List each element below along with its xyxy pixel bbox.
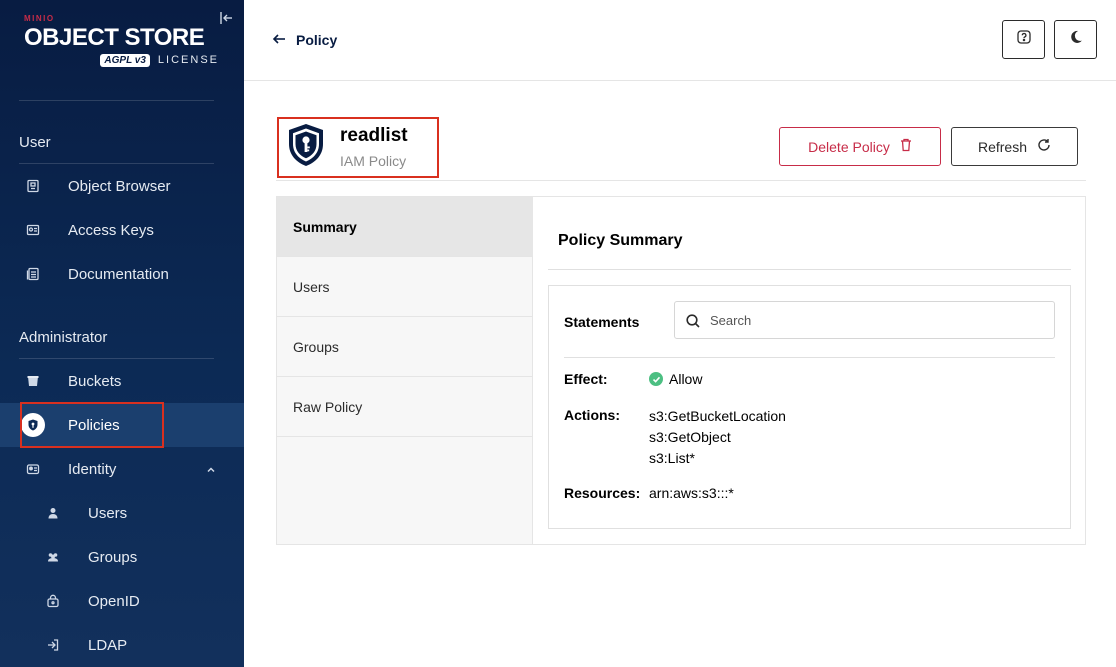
user-icon [43,503,63,523]
sidebar-item-ldap[interactable]: LDAP [0,623,244,667]
refresh-label: Refresh [977,138,1028,155]
groups-icon [43,547,63,567]
tab-summary[interactable]: Summary [277,197,533,257]
sidebar-item-label: Policies [68,416,120,434]
statements-label: Statements [564,314,640,330]
summary-divider [548,269,1071,270]
object-browser-icon [23,176,43,196]
sidebar-item-groups[interactable]: Groups [0,535,244,579]
action-item: s3:GetObject [649,429,731,445]
openid-icon [43,591,63,611]
buckets-icon [23,371,43,391]
chevron-up-icon[interactable] [205,463,217,475]
sidebar-item-object-browser[interactable]: Object Browser [0,164,244,208]
policies-icon [21,413,45,437]
search-icon [685,313,701,329]
sidebar-item-label: OpenID [88,592,140,610]
help-button[interactable] [1002,20,1045,59]
summary-title: Policy Summary [558,232,683,249]
sidebar-item-label: LDAP [88,636,128,654]
arrow-left-icon [272,32,286,48]
sidebar-item-identity[interactable]: Identity [0,447,244,491]
actions-label: Actions: [564,407,620,423]
sidebar-item-label: Groups [88,548,138,566]
access-keys-icon [23,220,43,240]
policy-details-panel: Summary Users Groups Raw Policy Policy S… [276,196,1086,545]
policy-type: IAM Policy [340,153,407,169]
sidebar-item-label: Access Keys [68,221,154,239]
sidebar-item-policies[interactable]: Policies [0,403,244,447]
refresh-icon [1037,138,1051,155]
sidebar-divider [19,100,214,101]
back-label: Policy [296,32,338,48]
check-circle-icon [649,372,663,386]
dark-mode-toggle[interactable] [1054,20,1097,59]
license-label: LICENSE [157,54,219,66]
action-item: s3:List* [649,450,695,466]
action-item: s3:GetBucketLocation [649,408,786,424]
logo-title: OBJECT STORE [24,24,205,51]
sidebar-item-label: Identity [68,460,117,478]
tab-users[interactable]: Users [277,257,533,317]
trash-icon [900,138,912,155]
collapse-sidebar-icon[interactable] [218,10,234,26]
policy-name: readlist [340,125,408,146]
header-divider [276,180,1086,181]
minio-logo: MINIO OBJECT STORE AGPL v3 LICENSE [24,14,219,68]
agpl-badge: AGPL v3 [100,53,150,67]
tab-raw-policy[interactable]: Raw Policy [277,377,533,437]
moon-icon [1068,29,1084,50]
sidebar-item-documentation[interactable]: Documentation [0,252,244,296]
identity-icon [23,459,43,479]
section-user: User [19,134,51,151]
section-administrator: Administrator [19,329,108,346]
policy-shield-icon [286,122,326,168]
refresh-button[interactable]: Refresh [951,127,1078,166]
summary-content: Policy Summary Statements Effect: Allow [534,197,1085,544]
effect-value-text: Allow [669,371,703,387]
sidebar: MINIO OBJECT STORE AGPL v3 LICENSE User … [0,0,244,667]
search-field[interactable] [674,301,1055,339]
card-divider [564,357,1055,358]
sidebar-item-openid[interactable]: OpenID [0,579,244,623]
statements-card: Statements Effect: Allow Actions: [548,285,1071,529]
search-input[interactable] [710,310,1040,330]
sidebar-item-label: Documentation [68,265,169,283]
resources-label: Resources: [564,485,641,501]
resources-value: arn:aws:s3:::* [649,485,734,501]
top-bar: Policy [244,0,1116,81]
effect-label: Effect: [564,371,608,387]
app: MINIO OBJECT STORE AGPL v3 LICENSE User … [0,0,1116,667]
help-icon [1016,29,1032,50]
documentation-icon [23,264,43,284]
sidebar-item-label: Users [88,504,128,522]
sidebar-item-buckets[interactable]: Buckets [0,359,244,403]
sidebar-item-label: Buckets [68,372,122,390]
delete-policy-button[interactable]: Delete Policy [779,127,941,166]
policy-tabs: Summary Users Groups Raw Policy [277,197,533,544]
back-link[interactable]: Policy [272,30,337,50]
policy-header: readlist IAM Policy [278,118,438,177]
effect-value: Allow [649,371,702,387]
sidebar-item-label: Object Browser [68,177,171,195]
tab-groups[interactable]: Groups [277,317,533,377]
sidebar-item-access-keys[interactable]: Access Keys [0,208,244,252]
sidebar-item-users[interactable]: Users [0,491,244,535]
ldap-icon [43,635,63,655]
delete-policy-label: Delete Policy [808,138,890,155]
actions-list: s3:GetBucketLocation s3:GetObject s3:Lis… [649,406,786,469]
